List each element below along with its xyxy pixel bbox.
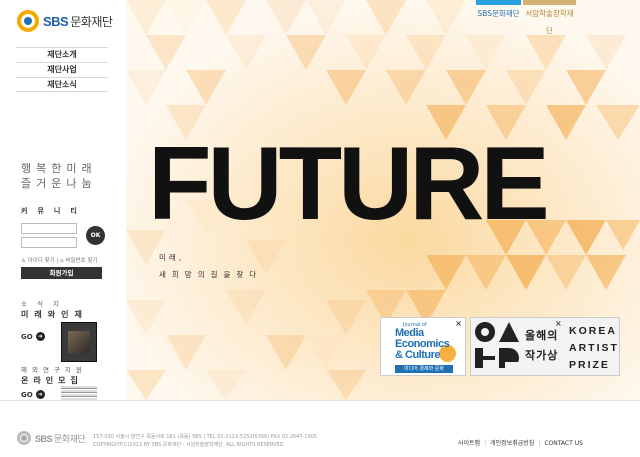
promo-sub: 소식지 xyxy=(21,300,69,308)
artist-prize-ko: 올해의 작가상 xyxy=(525,329,559,362)
login-links: ♙ 아이디 찾기 | ⌂ 비밀번호 찾기 xyxy=(21,258,98,264)
privacy-policy-link[interactable]: 개인정보취급방침 xyxy=(490,440,534,447)
slogan-line2: 즐거운나눔 xyxy=(21,177,97,190)
go-label: GO xyxy=(21,332,33,341)
arrow-right-icon: ➜ xyxy=(35,332,45,341)
hero-caption-line1: 미래, xyxy=(159,253,185,262)
newsletter-promo[interactable]: 소식지 미래와인재 GO ➜ xyxy=(21,298,105,362)
footer-address: 157-030 서울시 양천구 목동서로 161 (목동) SBS | TEL … xyxy=(93,433,317,449)
copyright-text: COPYRIGHT(C)2012 BY SBS 문화재단 · 서암학술장학재단.… xyxy=(93,442,286,448)
left-sidebar: SBS 문화재단 재단소개 재단사업 재단소식 행복한미래 즐거운나눔 커뮤니티 … xyxy=(0,0,126,405)
close-icon[interactable]: × xyxy=(455,319,462,328)
go-label: GO xyxy=(21,390,33,399)
artist-prize-logo xyxy=(475,322,521,372)
login-box: 커뮤니티 OK ♙ 아이디 찾기 | ⌂ 비밀번호 찾기 회원가입 xyxy=(21,206,105,279)
sbs-foundation-logo[interactable]: SBS 문화재단 xyxy=(17,10,113,32)
sbs-logo-icon xyxy=(17,431,31,445)
login-fields xyxy=(21,223,77,251)
newsletter-go-button[interactable]: GO ➜ xyxy=(21,332,45,341)
sbs-logo-icon xyxy=(17,10,39,32)
overseas-go-button[interactable]: GO ➜ xyxy=(21,390,45,399)
seoam-scholarship-link[interactable]: 서암학술장학재단 xyxy=(523,0,576,35)
nav-item-about[interactable]: 재단소개 xyxy=(16,47,108,62)
person-icon: ♙ xyxy=(21,258,26,264)
promo-sub: 해외연구지원 xyxy=(21,366,87,374)
slogan: 행복한미래 즐거운나눔 xyxy=(21,161,107,191)
login-title: 커뮤니티 xyxy=(21,207,87,215)
find-id-link[interactable]: 아이디 찾기 xyxy=(28,258,55,264)
promo-title: 미래와인재 xyxy=(21,310,88,319)
join-button[interactable]: 회원가입 xyxy=(21,267,102,279)
media-economics-banner[interactable]: Journal of Media Economics & Culture 미디어… xyxy=(380,317,466,376)
slogan-line1: 행복한미래 xyxy=(21,162,97,175)
contact-us-link[interactable]: CONTACT US xyxy=(544,440,583,447)
artist-prize-en: KOREA ARTIST PRIZE xyxy=(569,325,619,371)
close-icon[interactable]: × xyxy=(555,319,562,328)
lock-icon: ⌂ xyxy=(60,258,64,264)
password-input[interactable] xyxy=(21,237,77,248)
login-ok-button[interactable]: OK xyxy=(86,226,105,245)
sbs-foundation-link[interactable]: SBS문화재단 xyxy=(476,0,521,22)
triangle-icon xyxy=(499,322,519,342)
p-shape-icon xyxy=(499,348,519,368)
logo-en: SBS xyxy=(43,13,69,29)
main-nav: 재단소개 재단사업 재단소식 xyxy=(16,47,108,92)
footer: SBS 문화재단 157-030 서울시 양천구 목동서로 161 (목동) SB… xyxy=(0,400,640,457)
hero-banner: SBS문화재단 서암학술장학재단 FUTURE 미래, 새희망의길을찾다 Jou… xyxy=(126,0,640,400)
circle-icon xyxy=(475,322,495,342)
footer-logo: SBS 문화재단 xyxy=(17,431,86,445)
media-banner-footer: 미디어 경제와 문화 xyxy=(395,365,453,373)
footer-links: 사이트맵 | 개인정보취급방침 | CONTACT US xyxy=(458,440,583,447)
hero-caption-line2: 새희망의길을찾다 xyxy=(159,270,263,279)
user-id-input[interactable] xyxy=(21,223,77,234)
arrow-right-icon: ➜ xyxy=(35,390,45,399)
logo-ko: 문화재단 xyxy=(70,14,113,29)
nav-item-news[interactable]: 재단소식 xyxy=(16,77,108,92)
promo-title: 온라인모집 xyxy=(21,376,83,385)
address-text: 157-030 서울시 양천구 목동서로 161 (목동) SBS | TEL … xyxy=(93,434,318,440)
k-shape-icon xyxy=(475,348,495,368)
sitemap-link[interactable]: 사이트맵 xyxy=(458,440,480,447)
newsletter-cover-image xyxy=(61,322,97,362)
hero-headline: FUTURE xyxy=(148,126,550,242)
nav-item-projects[interactable]: 재단사업 xyxy=(16,62,108,77)
find-password-link[interactable]: 비밀번호 찾기 xyxy=(65,258,97,264)
media-title: Media Economics & Culture xyxy=(395,327,450,361)
korea-artist-prize-banner[interactable]: 올해의 작가상 KOREA ARTIST PRIZE × xyxy=(470,317,620,376)
